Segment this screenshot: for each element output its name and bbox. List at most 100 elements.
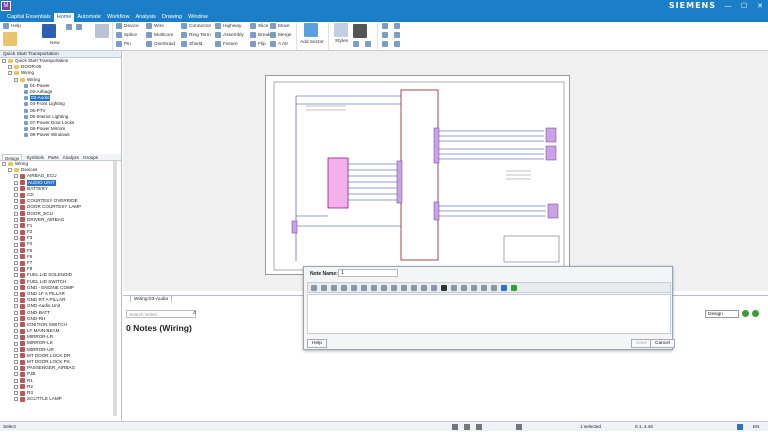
expand-icon[interactable] [14, 217, 18, 222]
expand-icon[interactable] [14, 230, 18, 235]
indent-icon[interactable] [381, 284, 387, 291]
highway-button[interactable]: Highway [215, 23, 241, 29]
tool-d-button[interactable] [394, 32, 400, 38]
add-note-icon[interactable] [742, 310, 749, 317]
align-left-icon[interactable] [341, 284, 347, 291]
expand-icon[interactable] [14, 329, 18, 334]
expand-icon[interactable] [14, 292, 18, 297]
close-button[interactable]: ✕ [752, 0, 768, 13]
expand-icon[interactable] [14, 174, 18, 179]
collapse-icon[interactable] [2, 59, 6, 64]
collapse-icon[interactable] [8, 168, 12, 173]
pin-button[interactable]: Pin [116, 41, 131, 47]
expand-icon[interactable] [14, 261, 18, 266]
expand-icon[interactable] [14, 186, 18, 191]
highlight-icon[interactable] [431, 284, 437, 291]
expand-icon[interactable] [14, 236, 18, 241]
expand-icon[interactable] [14, 205, 18, 210]
expand-icon[interactable] [14, 316, 18, 321]
insert-symbol-icon[interactable] [481, 284, 487, 291]
paste-icon[interactable] [331, 284, 337, 291]
tree-item-device[interactable]: SCUTTLE LAMP [2, 396, 121, 402]
new-button[interactable] [42, 24, 56, 38]
expand-icon[interactable] [14, 304, 18, 309]
outdent-icon[interactable] [391, 284, 397, 291]
fixture-button[interactable]: Fixture [215, 41, 238, 47]
expand-icon[interactable] [14, 360, 18, 365]
expand-icon[interactable] [14, 341, 18, 346]
tool-c-button[interactable] [382, 32, 388, 38]
tool-b-button[interactable] [394, 23, 400, 29]
multicore-button[interactable]: Multicore [146, 32, 173, 38]
align-center-icon[interactable] [351, 284, 357, 291]
undo-button[interactable] [66, 24, 72, 30]
justify-icon[interactable] [371, 284, 377, 291]
snap-icon[interactable] [452, 424, 458, 430]
tab-groups[interactable]: Groups [83, 154, 98, 160]
break-button[interactable]: Break [250, 32, 271, 38]
flip-button[interactable]: Flip [250, 41, 266, 47]
align-right-icon[interactable] [361, 284, 367, 291]
tab-capital-essentials[interactable]: Capital Essentials [4, 13, 54, 22]
tool-f-button[interactable] [394, 41, 400, 47]
scrollbar[interactable] [113, 161, 117, 416]
redo-button[interactable] [76, 24, 82, 30]
tab-workflow[interactable]: Workflow [104, 13, 133, 22]
expand-icon[interactable] [14, 384, 18, 389]
styles-button[interactable] [334, 23, 348, 37]
network-icon[interactable] [737, 424, 743, 430]
expand-icon[interactable] [14, 273, 18, 278]
italic-icon[interactable] [451, 284, 457, 291]
undo-icon[interactable] [311, 284, 317, 291]
expand-icon[interactable] [14, 193, 18, 198]
expand-icon[interactable] [14, 267, 18, 272]
expand-icon[interactable] [14, 285, 18, 290]
help-button[interactable]: Help [3, 23, 21, 29]
list-icon[interactable] [401, 284, 407, 291]
notes-search-input[interactable]: Search Notes [126, 310, 196, 318]
expand-icon[interactable] [14, 378, 18, 383]
collapse-icon[interactable] [8, 71, 12, 76]
tab-window[interactable]: Window [185, 13, 211, 22]
expand-icon[interactable] [14, 279, 18, 284]
slice-button[interactable]: Slice [250, 23, 268, 29]
cancel-button[interactable]: Cancel [650, 339, 675, 348]
wire-button[interactable]: Wire [146, 23, 164, 29]
image-icon[interactable] [501, 284, 507, 291]
connector-button[interactable]: Connector [181, 23, 211, 29]
expand-icon[interactable] [14, 353, 18, 358]
play-icon[interactable] [516, 424, 522, 430]
tree-item-diagram[interactable]: 09-Power Windows [2, 132, 121, 138]
expand-icon[interactable] [14, 391, 18, 396]
device-button[interactable]: Device [116, 23, 139, 29]
tool-a-button[interactable] [382, 23, 388, 29]
help-button[interactable]: Help [307, 339, 327, 348]
tab-analysis[interactable]: Analysis [132, 13, 158, 22]
expand-icon[interactable] [14, 366, 18, 371]
expand-icon[interactable] [14, 372, 18, 377]
add-sector-icon-button[interactable] [304, 23, 318, 37]
superscript-icon[interactable] [461, 284, 467, 291]
expand-icon[interactable] [14, 223, 18, 228]
tab-design[interactable]: Design [2, 154, 23, 161]
schematic-sheet[interactable] [265, 75, 570, 275]
note-name-input[interactable]: 1 [338, 269, 398, 277]
note-text-editor[interactable] [307, 294, 671, 334]
binoculars-search-icon[interactable]: ⌕ [193, 310, 201, 318]
subscript-icon[interactable] [471, 284, 477, 291]
numbered-list-icon[interactable] [411, 284, 417, 291]
expand-icon[interactable] [14, 322, 18, 327]
assembly-button[interactable]: Assembly [215, 32, 244, 38]
splice-button[interactable]: Splice [116, 32, 137, 38]
tab-symbols[interactable]: Symbols [26, 154, 44, 160]
expand-icon[interactable] [14, 335, 18, 340]
expand-icon[interactable] [14, 211, 18, 216]
design-select[interactable]: Design [705, 310, 739, 318]
expand-icon[interactable] [14, 199, 18, 204]
expand-icon[interactable] [14, 298, 18, 303]
tab-home[interactable]: Home [53, 13, 75, 22]
expand-icon[interactable] [14, 248, 18, 253]
collapse-icon[interactable] [2, 162, 6, 167]
ring-term-button[interactable]: Ring Term [181, 32, 211, 38]
expand-icon[interactable] [14, 310, 18, 315]
